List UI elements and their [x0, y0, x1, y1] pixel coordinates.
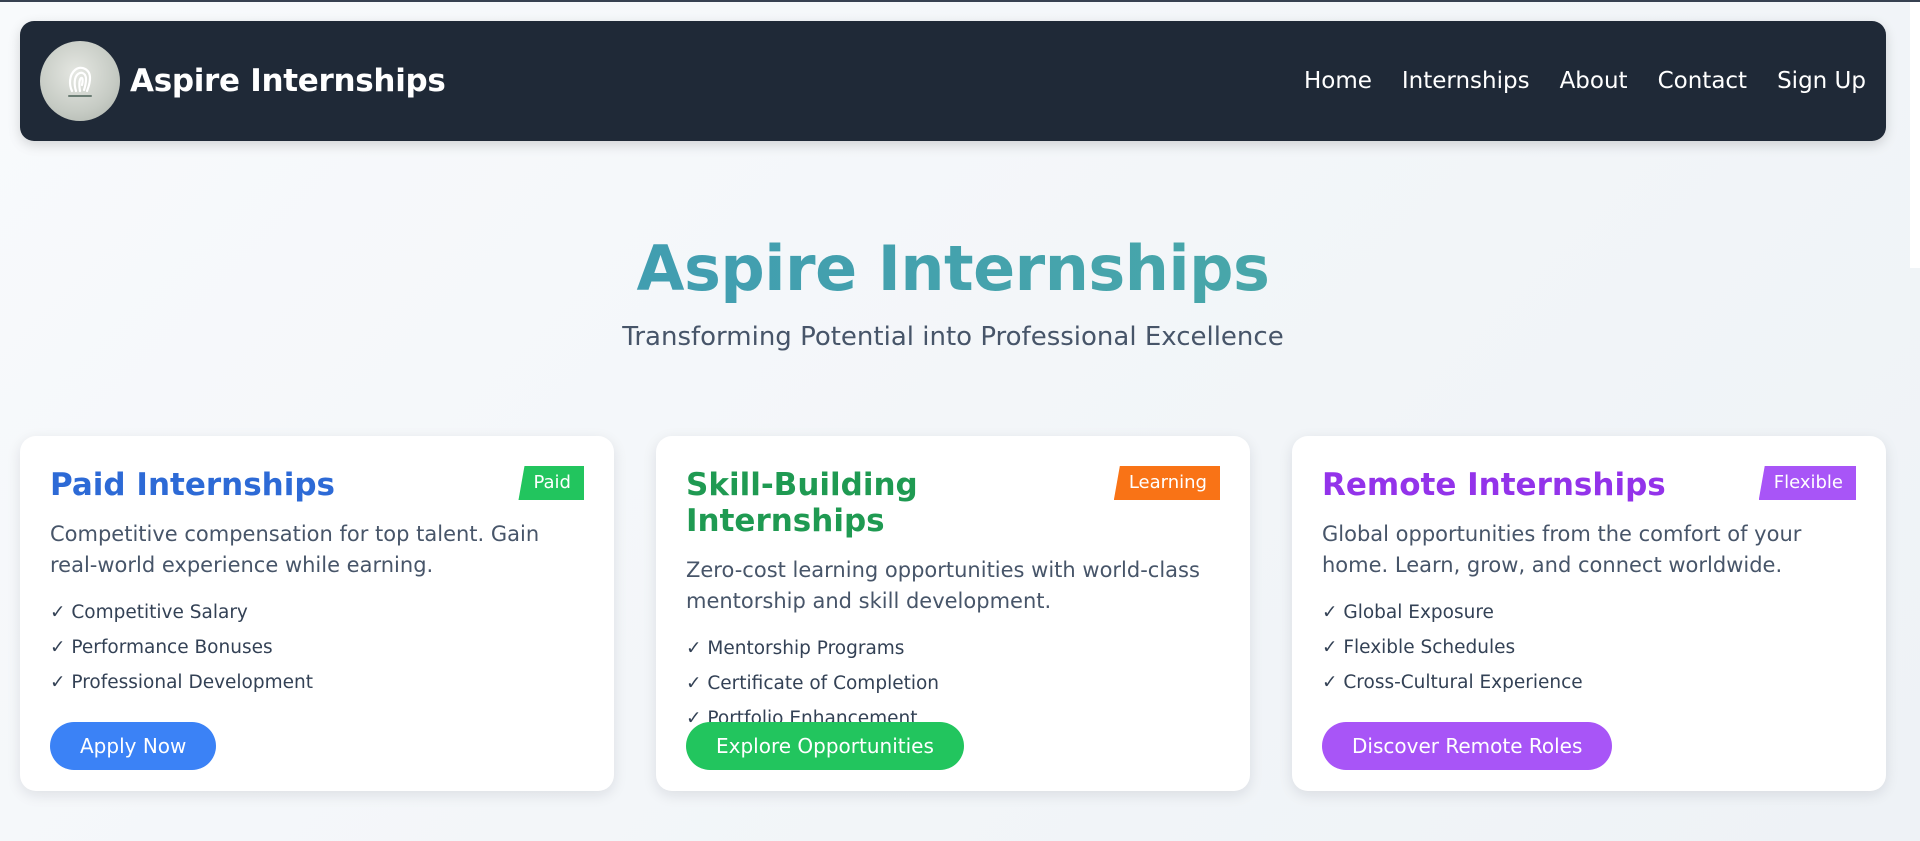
card-remote-internships: Remote Internships Flexible Global oppor…: [1292, 436, 1886, 791]
card-skill-building-internships: Skill-Building Internships Learning Zero…: [656, 436, 1250, 791]
card-paid-internships: Paid Internships Paid Competitive compen…: [20, 436, 614, 791]
scrollbar[interactable]: [1910, 2, 1920, 268]
apply-now-button[interactable]: Apply Now: [50, 722, 217, 770]
badge-paid: Paid: [518, 466, 584, 500]
feature-item: ✓ Certificate of Completion: [686, 673, 940, 694]
card-description: Competitive compensation for top talent.…: [50, 522, 540, 577]
discover-remote-roles-button[interactable]: Discover Remote Roles: [1322, 722, 1613, 770]
card-description: Zero-cost learning opportunities with wo…: [686, 558, 1200, 613]
logo-fingerprint-icon: [40, 41, 120, 121]
feature-item: ✓ Competitive Salary: [50, 602, 248, 623]
feature-item: ✓ Global Exposure: [1322, 602, 1494, 623]
feature-list: ✓ Mentorship Programs ✓ Certificate of C…: [686, 631, 1220, 736]
card-description: Global opportunities from the comfort of…: [1322, 522, 1802, 577]
hero-subtitle: Transforming Potential into Professional…: [622, 322, 1284, 352]
feature-list: ✓ Competitive Salary ✓ Performance Bonus…: [50, 595, 584, 700]
navbar: Aspire Internships Home Internships Abou…: [20, 21, 1886, 141]
feature-item: ✓ Cross-Cultural Experience: [1322, 672, 1583, 693]
badge-flexible: Flexible: [1758, 466, 1856, 500]
hero-title: Aspire Internships: [0, 232, 1906, 305]
nav-link-contact[interactable]: Contact: [1658, 68, 1747, 94]
feature-item: ✓ Professional Development: [50, 672, 313, 693]
window-top-border: [0, 0, 1920, 2]
badge-learning: Learning: [1113, 466, 1220, 500]
nav-link-home[interactable]: Home: [1304, 68, 1372, 94]
explore-opportunities-button[interactable]: Explore Opportunities: [686, 722, 964, 770]
card-title: Skill-Building Internships: [686, 467, 918, 539]
brand[interactable]: Aspire Internships: [40, 41, 446, 121]
nav-link-internships[interactable]: Internships: [1402, 68, 1530, 94]
feature-list: ✓ Global Exposure ✓ Flexible Schedules ✓…: [1322, 595, 1856, 700]
nav-links: Home Internships About Contact Sign Up: [1304, 68, 1866, 94]
card-title: Remote Internships: [1322, 467, 1666, 503]
feature-item: ✓ Mentorship Programs: [686, 638, 905, 659]
card-title: Paid Internships: [50, 467, 336, 503]
brand-name: Aspire Internships: [130, 63, 446, 99]
feature-item: ✓ Performance Bonuses: [50, 637, 273, 658]
feature-item: ✓ Flexible Schedules: [1322, 637, 1516, 658]
nav-link-about[interactable]: About: [1560, 68, 1628, 94]
nav-link-sign-up[interactable]: Sign Up: [1777, 68, 1866, 94]
